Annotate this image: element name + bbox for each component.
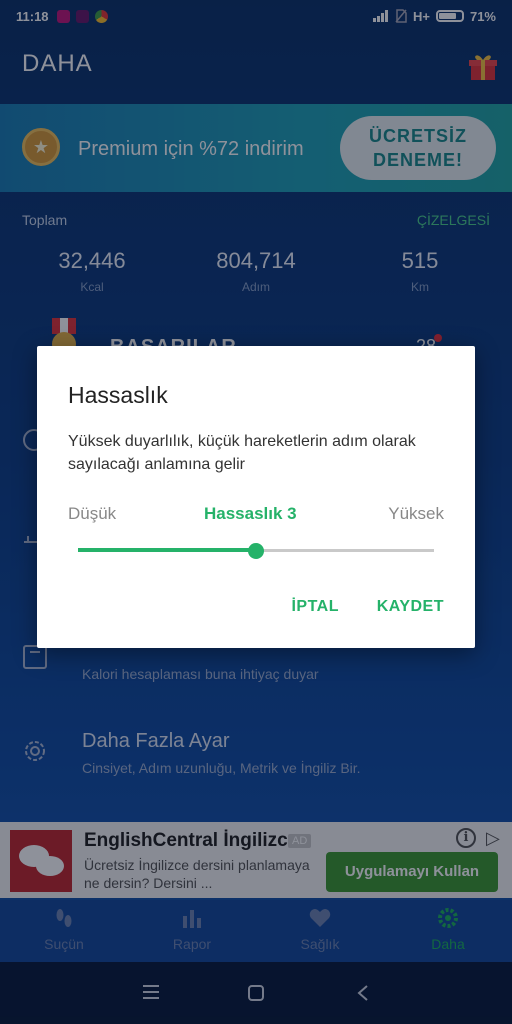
sensitivity-slider[interactable]	[78, 542, 434, 560]
slider-current-label: Hassaslık 3	[204, 504, 297, 523]
slider-fill	[78, 548, 256, 552]
app-screen: 11:18 H+ 71% DAHA ★ Premium için %72 ind…	[0, 0, 512, 1024]
dialog-body: Yüksek duyarlılık, küçük hareketlerin ad…	[68, 433, 416, 473]
slider-low-label: Düşük	[68, 504, 117, 523]
save-button[interactable]: KAYDET	[377, 598, 444, 616]
cancel-button[interactable]: İPTAL	[291, 598, 339, 616]
sensitivity-dialog: Hassaslık Yüksek duyarlılık, küçük harek…	[37, 346, 475, 648]
slider-high-label: Yüksek	[388, 504, 444, 523]
dialog-title: Hassaslık	[68, 382, 168, 408]
slider-thumb[interactable]	[248, 543, 264, 559]
